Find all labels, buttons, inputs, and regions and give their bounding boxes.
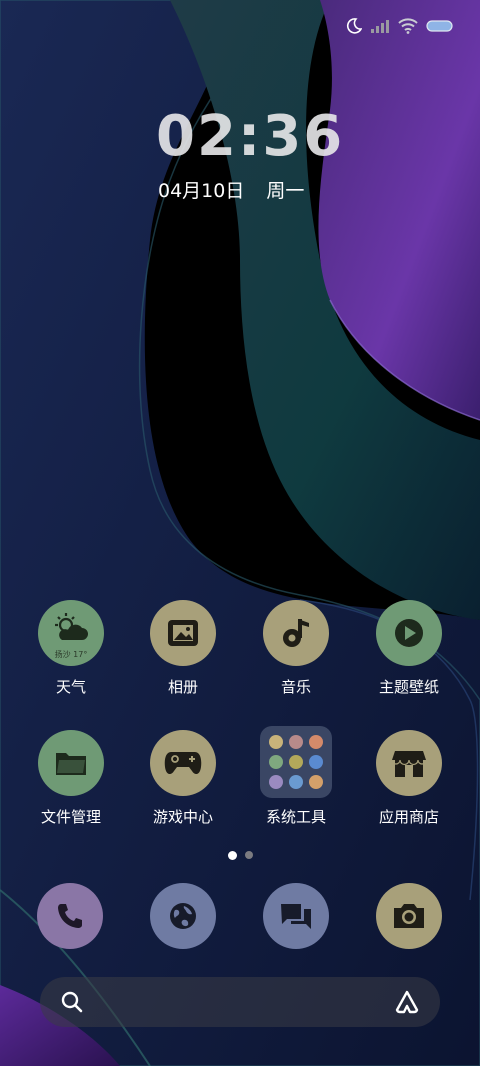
page-indicator[interactable]	[0, 851, 480, 860]
app-themes[interactable]: 主题壁纸	[354, 600, 464, 697]
app-label: 音乐	[280, 678, 311, 696]
mini-app-icon	[289, 755, 303, 769]
app-music[interactable]: 音乐	[241, 600, 351, 697]
clock-date: 04月10日 周一	[158, 176, 304, 203]
app-label: 主题壁纸	[378, 678, 439, 696]
wifi-icon	[398, 18, 418, 34]
app-files[interactable]: 文件管理	[16, 730, 126, 827]
date-text: 04月10日	[158, 180, 245, 202]
app-system-tools-folder[interactable]: 系统工具	[241, 726, 351, 827]
mini-app-icon	[309, 775, 323, 789]
clock-time: 02:36	[156, 104, 345, 169]
mini-app-icon	[269, 775, 283, 789]
app-label: 天气	[55, 678, 86, 696]
battery-icon	[426, 19, 454, 33]
mini-app-icon	[269, 755, 283, 769]
assistant-icon[interactable]	[394, 989, 420, 1019]
messages-icon[interactable]	[263, 883, 329, 949]
status-bar	[346, 18, 454, 34]
weekday-text: 周一	[266, 180, 305, 202]
app-label: 文件管理	[40, 808, 101, 826]
folder-icon	[38, 730, 104, 796]
app-label: 游戏中心	[152, 808, 213, 826]
mini-app-icon	[309, 755, 323, 769]
app-game-center[interactable]: 游戏中心	[128, 730, 238, 827]
mini-app-icon	[269, 735, 283, 749]
folder-grid	[260, 726, 332, 798]
weather-text: 扬沙 17°	[54, 650, 88, 659]
gallery-icon	[150, 600, 216, 666]
gamepad-icon	[150, 730, 216, 796]
store-icon	[376, 730, 442, 796]
camera-icon[interactable]	[376, 883, 442, 949]
phone-icon[interactable]	[37, 883, 103, 949]
app-gallery[interactable]: 相册	[128, 600, 238, 697]
app-store[interactable]: 应用商店	[354, 730, 464, 827]
music-icon	[263, 600, 329, 666]
search-icon[interactable]	[60, 990, 84, 1018]
weather-icon: 扬沙 17°	[38, 600, 104, 666]
app-label: 系统工具	[265, 808, 326, 826]
page-dot[interactable]	[244, 851, 253, 859]
search-bar[interactable]	[40, 977, 440, 1027]
app-weather[interactable]: 扬沙 17° 天气	[16, 600, 126, 697]
app-label: 应用商店	[378, 808, 439, 826]
moon-icon	[346, 18, 362, 34]
page-dot-active[interactable]	[227, 851, 237, 860]
play-icon	[376, 600, 442, 666]
browser-icon[interactable]	[150, 883, 216, 949]
mini-app-icon	[289, 775, 303, 789]
app-label: 相册	[167, 678, 198, 696]
signal-icon	[370, 19, 390, 33]
mini-app-icon	[309, 735, 323, 749]
mini-app-icon	[289, 735, 303, 749]
